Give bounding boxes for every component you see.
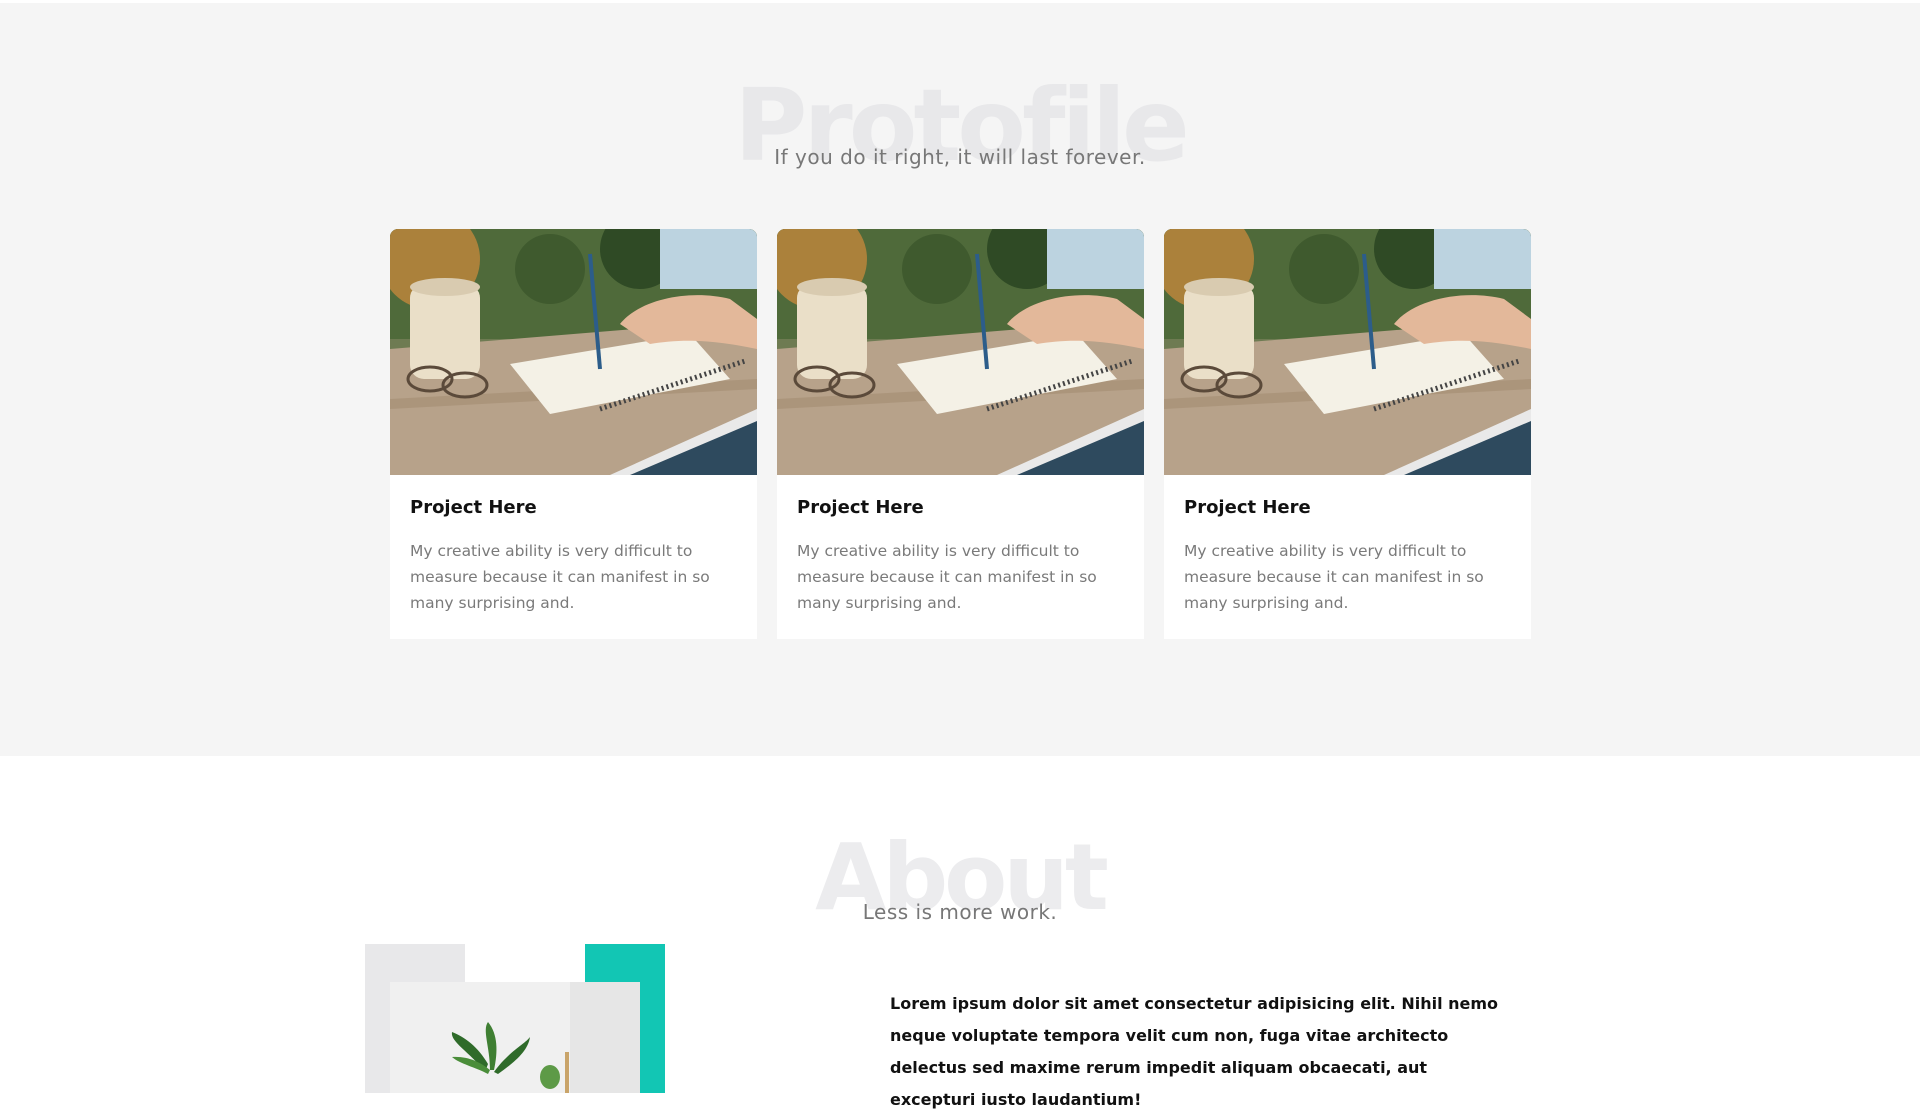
project-title[interactable]: Project Here	[1184, 497, 1511, 518]
portfolio-section: Protofile If you do it right, it will la…	[0, 3, 1920, 756]
project-description: My creative ability is very difficult to…	[797, 542, 1097, 612]
project-cards: Project Here My creative ability is very…	[390, 229, 1531, 639]
project-image[interactable]	[777, 229, 1144, 475]
project-image[interactable]	[390, 229, 757, 475]
writing-desk-photo	[1164, 229, 1531, 475]
about-plant-photo	[390, 982, 640, 1093]
about-subtitle: Less is more work.	[862, 900, 1058, 924]
project-title[interactable]: Project Here	[797, 497, 1124, 518]
project-description: My creative ability is very difficult to…	[410, 542, 710, 612]
project-image[interactable]	[1164, 229, 1531, 475]
project-description: My creative ability is very difficult to…	[1184, 542, 1484, 612]
about-description: Lorem ipsum dolor sit amet consectetur a…	[890, 994, 1499, 1109]
project-card[interactable]: Project Here My creative ability is very…	[390, 229, 757, 639]
plant-image	[390, 982, 640, 1093]
writing-desk-photo	[777, 229, 1144, 475]
portfolio-subtitle: If you do it right, it will last forever…	[774, 145, 1146, 169]
project-card[interactable]: Project Here My creative ability is very…	[1164, 229, 1531, 639]
project-card[interactable]: Project Here My creative ability is very…	[777, 229, 1144, 639]
writing-desk-photo	[390, 229, 757, 475]
about-section: About Less is more work. Lorem ipsum dol…	[0, 756, 1920, 1109]
project-title[interactable]: Project Here	[410, 497, 737, 518]
